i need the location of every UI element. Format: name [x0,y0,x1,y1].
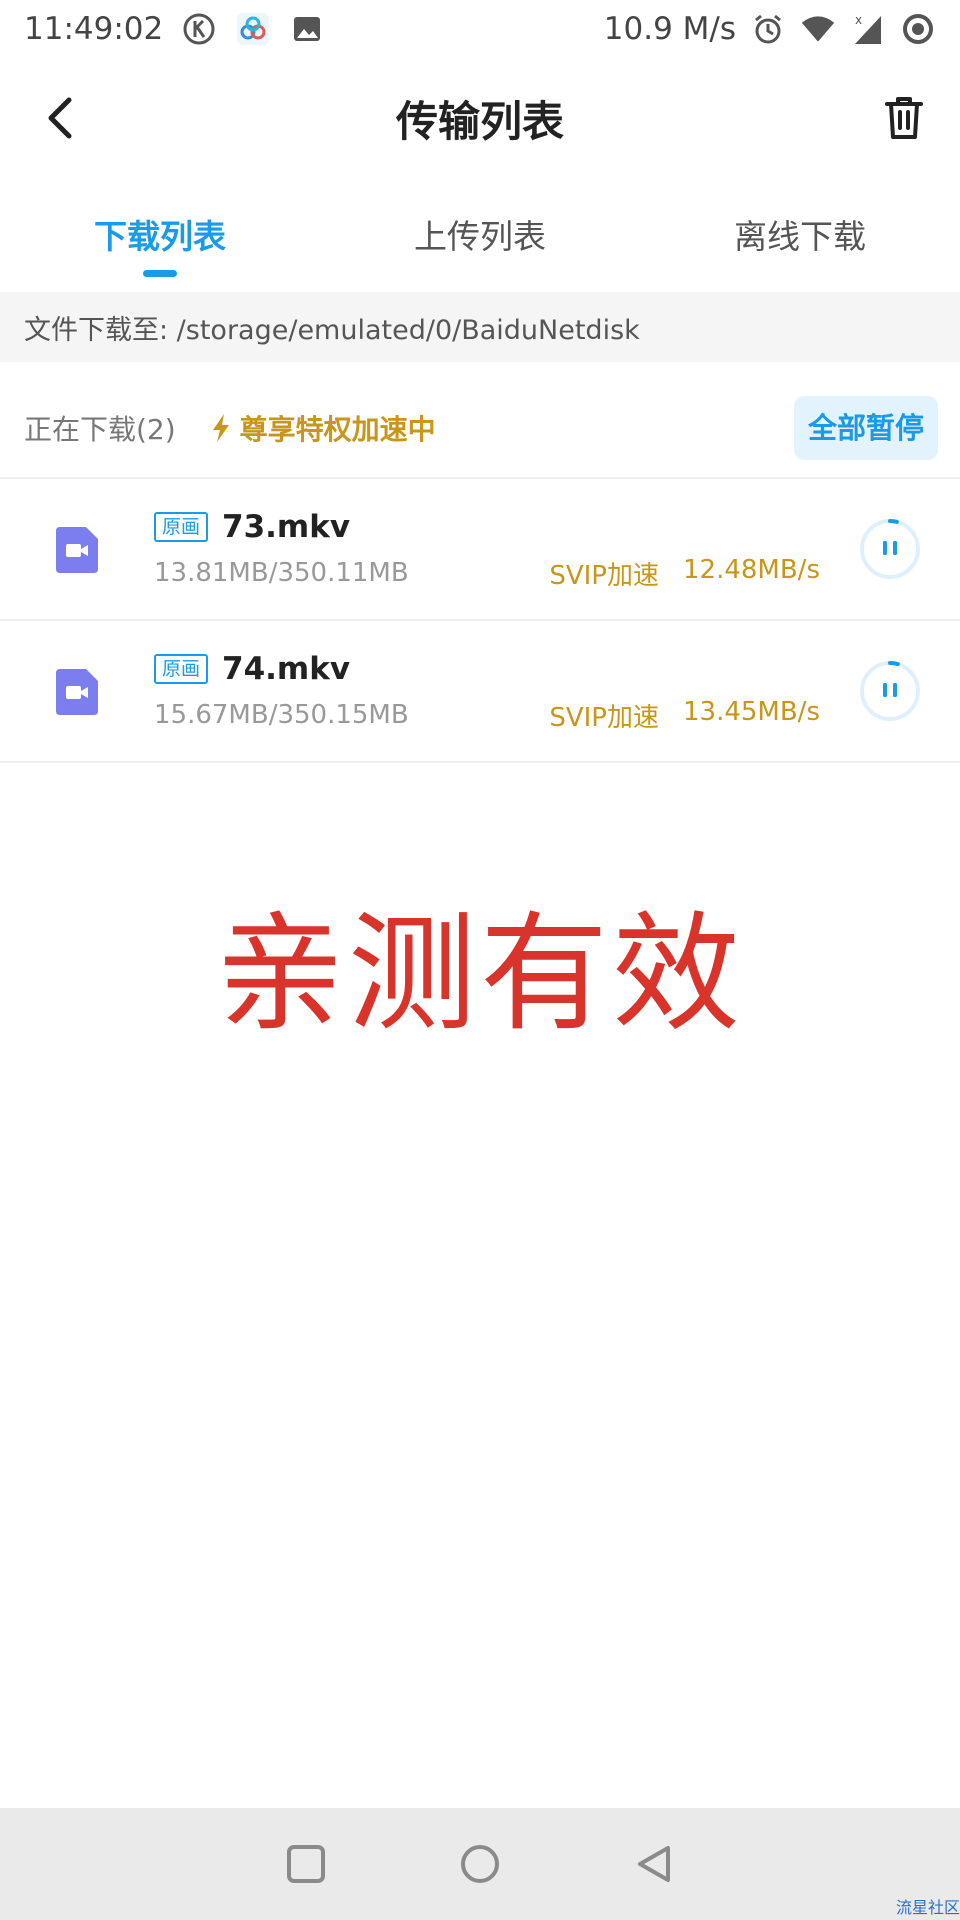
download-path-text: 文件下载至: /storage/emulated/0/BaiduNetdisk [24,314,640,346]
privilege-text: 尊享特权加速中 [239,413,436,446]
video-file-icon [56,669,98,715]
divider [0,761,960,763]
baidu-netdisk-icon [235,11,271,47]
file-name: 74.mkv [222,651,351,687]
page-title: 传输列表 [395,96,564,146]
tab-label: 离线下载 [734,217,866,256]
file-size-progress: 15.67MB/350.15MB [154,700,409,730]
network-speed: 10.9 M/s [603,11,736,47]
pause-icon [883,541,887,555]
overlay-caption: 亲测有效 [215,900,744,1049]
privilege-acceleration-label: 尊享特权加速中 [210,408,436,448]
pause-all-button[interactable]: 全部暂停 [793,396,938,460]
tab-upload-list[interactable]: 上传列表 [320,190,640,290]
name-row: 原画 74.mkv [154,647,834,691]
download-item[interactable]: 原画 73.mkv 13.81MB/350.11MB SVIP加速 12.48M… [0,479,960,619]
lightning-icon [212,414,229,442]
status-time: 11:49:02 [24,11,164,47]
download-speed: 12.48MB/s [682,554,820,585]
downloading-count-label: 正在下载(2) [24,413,176,446]
transfer-tabs: 下载列表 上传列表 离线下载 [0,190,960,290]
tab-download-list[interactable]: 下载列表 [0,190,320,290]
recents-button[interactable] [283,1841,329,1887]
download-item-info: 原画 73.mkv 13.81MB/350.11MB SVIP加速 12.48M… [154,505,834,593]
status-right: 10.9 M/s x [604,11,936,47]
watermark-text: 流星社区 [895,1898,960,1917]
system-navigation-bar: 流星社区 [0,1808,960,1920]
download-item[interactable]: 原画 74.mkv 15.67MB/350.15MB SVIP加速 13.45M… [0,621,960,761]
file-size-progress: 13.81MB/350.11MB [154,558,409,588]
quality-tag: 原画 [154,654,209,684]
meta-row: 13.81MB/350.11MB SVIP加速 12.48MB/s [154,553,834,593]
pause-icon-bar [893,683,897,697]
quality-tag: 原画 [154,512,209,542]
image-icon [289,11,325,47]
acceleration-label: SVIP加速 [549,560,659,591]
speed-group: SVIP加速 12.48MB/s [549,555,834,592]
meta-row: 15.67MB/350.15MB SVIP加速 13.45MB/s [154,695,834,735]
tab-label: 下载列表 [94,217,226,256]
app-header: 传输列表 [0,58,960,178]
alarm-icon [750,11,786,47]
acceleration-label: SVIP加速 [549,702,659,733]
download-path-bar: 文件下载至: /storage/emulated/0/BaiduNetdisk [0,292,960,362]
delete-button[interactable] [880,92,928,144]
circle-icon [461,1845,499,1883]
download-speed: 13.45MB/s [682,696,820,727]
pause-icon [883,683,887,697]
tab-active-indicator [143,270,177,277]
square-icon [287,1845,325,1883]
wifi-icon [800,11,836,47]
tab-offline-download[interactable]: 离线下载 [640,190,960,290]
triangle-back-icon [638,1846,670,1882]
file-name: 73.mkv [222,509,351,545]
back-nav-button[interactable] [631,1841,677,1887]
signal-icon: x [850,11,886,47]
status-bar: 11:49:02 10.9 M/s x [0,0,960,58]
svg-text:x: x [855,13,862,27]
download-item-info: 原画 74.mkv 15.67MB/350.15MB SVIP加速 13.45M… [154,647,834,735]
status-left: 11:49:02 [24,11,325,47]
video-file-icon [56,527,98,573]
pause-download-button[interactable] [858,517,922,581]
name-row: 原画 73.mkv [154,505,834,549]
downloading-section-header: 正在下载(2) 尊享特权加速中 全部暂停 [0,380,960,476]
record-icon [900,11,936,47]
pause-download-button[interactable] [858,659,922,723]
tab-label: 上传列表 [414,217,546,256]
pause-icon-bar [893,541,897,555]
k-app-icon [181,11,217,47]
home-button[interactable] [457,1841,503,1887]
trash-icon [885,97,923,139]
speed-group: SVIP加速 13.45MB/s [549,697,834,734]
back-button[interactable] [36,94,84,142]
chevron-left-icon [48,97,72,139]
